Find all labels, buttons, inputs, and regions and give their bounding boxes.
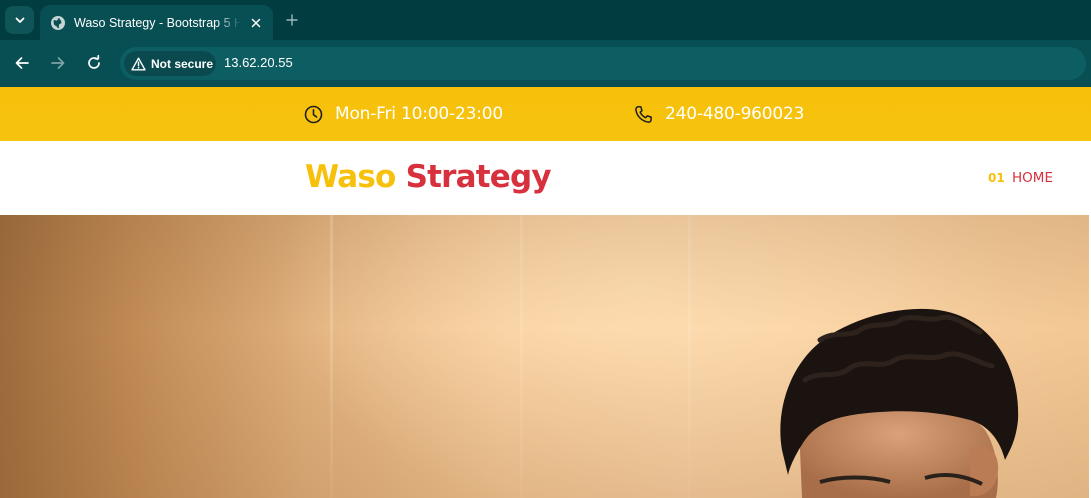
browser-toolbar: Not secure 13.62.20.55 bbox=[0, 40, 1091, 87]
phone-number-text: 240-480-960023 bbox=[665, 104, 805, 124]
tab-title: Waso Strategy - Bootstrap 5 HTML Templat… bbox=[74, 15, 241, 30]
logo-word-1: Waso bbox=[305, 159, 396, 195]
nav-item-label: HOME bbox=[1012, 170, 1053, 186]
tab-search-button[interactable] bbox=[5, 6, 34, 34]
logo-word-2: Strategy bbox=[405, 159, 552, 195]
arrow-right-icon bbox=[51, 57, 65, 69]
clock-icon bbox=[304, 105, 323, 123]
arrow-left-icon bbox=[15, 57, 29, 69]
globe-icon bbox=[51, 15, 65, 30]
new-tab-button[interactable] bbox=[282, 10, 302, 30]
browser-tabstrip: Waso Strategy - Bootstrap 5 HTML Templat… bbox=[0, 0, 1091, 40]
site-logo[interactable]: Waso Strategy bbox=[305, 159, 552, 195]
phone-icon bbox=[635, 105, 652, 123]
site-info-button[interactable]: Not secure bbox=[124, 51, 216, 76]
warning-icon bbox=[131, 57, 146, 70]
reload-icon bbox=[88, 55, 100, 69]
nav-item-home[interactable]: 01 HOME bbox=[988, 170, 1053, 186]
url-text[interactable]: 13.62.20.55 bbox=[224, 55, 293, 70]
top-info-bar: Mon-Fri 10:00-23:00 240-480-960023 bbox=[0, 87, 1091, 141]
reload-button[interactable] bbox=[81, 50, 107, 76]
phone-number[interactable]: 240-480-960023 bbox=[634, 101, 804, 127]
close-icon bbox=[251, 18, 261, 27]
plus-icon bbox=[286, 14, 298, 26]
browser-tab-active[interactable]: Waso Strategy - Bootstrap 5 HTML Templat… bbox=[40, 5, 273, 40]
back-button[interactable] bbox=[9, 50, 35, 76]
tab-close-button[interactable] bbox=[247, 14, 265, 32]
forward-button[interactable] bbox=[45, 50, 71, 76]
nav-item-number: 01 bbox=[988, 171, 1005, 185]
hero-person-photo bbox=[780, 308, 1019, 498]
opening-hours-text: Mon-Fri 10:00-23:00 bbox=[335, 104, 503, 124]
security-label: Not secure bbox=[151, 56, 214, 71]
hero-image bbox=[0, 215, 1091, 498]
address-bar[interactable]: Not secure 13.62.20.55 bbox=[120, 47, 1086, 80]
opening-hours: Mon-Fri 10:00-23:00 bbox=[304, 101, 503, 127]
site-header: Waso Strategy 01 HOME bbox=[0, 141, 1091, 215]
chevron-down-icon bbox=[15, 17, 24, 23]
